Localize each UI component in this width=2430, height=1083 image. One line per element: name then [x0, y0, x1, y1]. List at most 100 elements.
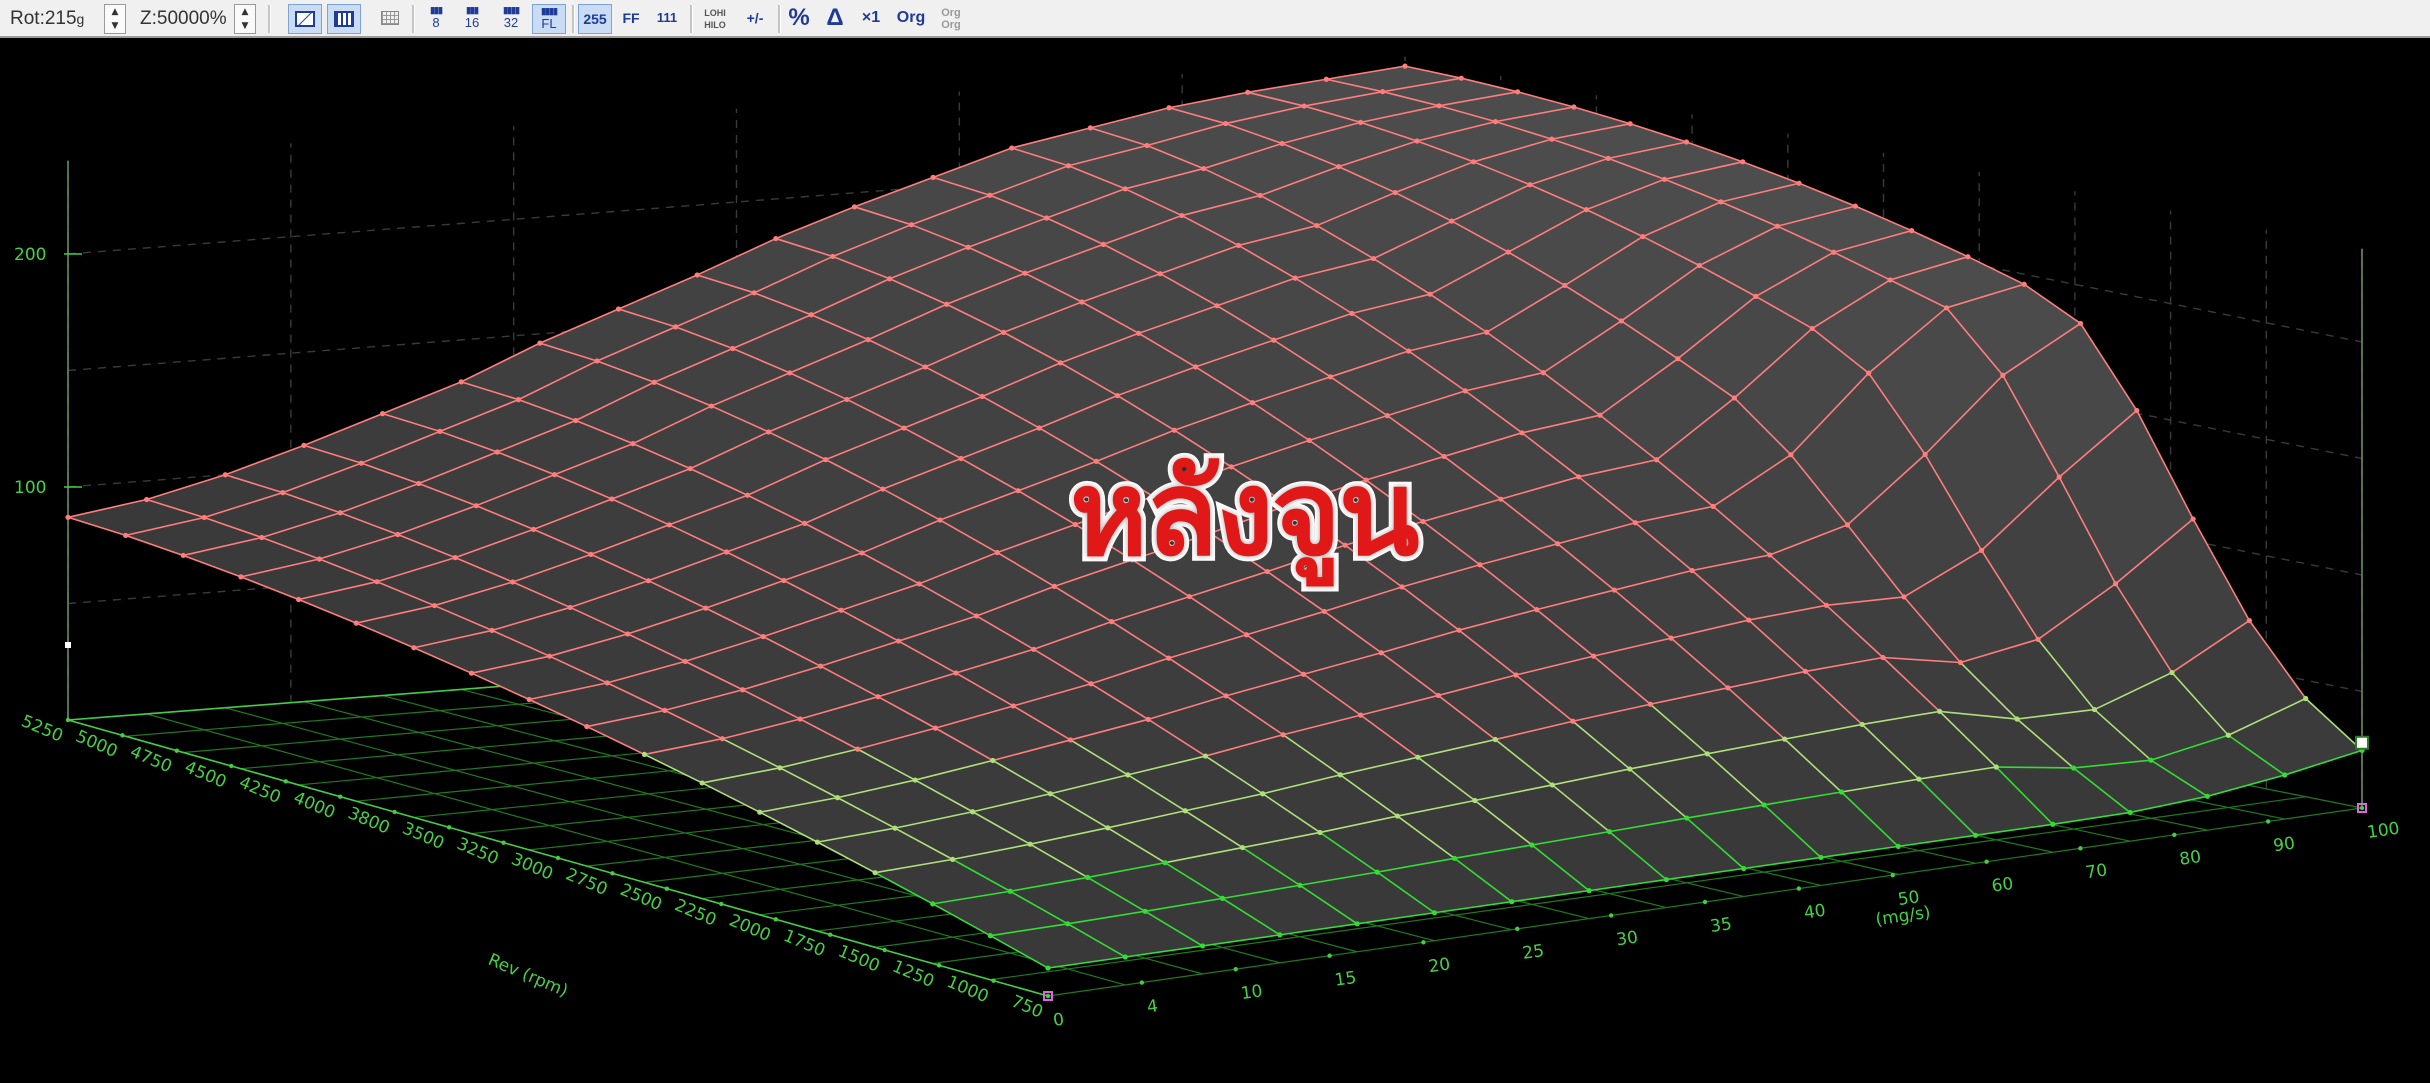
surface-data-point	[1378, 650, 1384, 656]
lohi-hilo-button[interactable]: LOHI HILO	[698, 4, 732, 34]
surface-data-point	[1796, 180, 1802, 186]
percent-button[interactable]: %	[784, 4, 814, 34]
surface-data-point	[1370, 255, 1377, 262]
rpm-tick-label: 750	[1008, 992, 1046, 1023]
rpm-axis-tick	[65, 717, 71, 723]
surface-data-point	[515, 397, 522, 403]
bits-16-button[interactable]: ▮▮▮ 16	[456, 4, 488, 34]
surface-data-point	[2127, 809, 2133, 816]
surface-data-point	[838, 607, 844, 613]
delta-button[interactable]: Δ	[820, 4, 850, 34]
surface-data-point	[1327, 374, 1334, 380]
surface-data-point	[395, 531, 401, 538]
surface-data-point	[2225, 732, 2231, 738]
load-axis-tick	[2359, 805, 2365, 811]
zoom-spinner[interactable]: ▲ ▼	[234, 4, 256, 34]
surface-data-point	[901, 425, 907, 431]
map-3d-surface-view[interactable]: 100 200 750 1000 1250 1500 1750 2000 2250 2500 275…	[0, 38, 2430, 1083]
surface-data-point	[1235, 242, 1242, 249]
surface-data-point	[970, 809, 976, 815]
surface-data-point	[987, 192, 993, 198]
surface-data-point	[551, 472, 558, 478]
surface-data-point	[787, 370, 793, 376]
surface-data-point	[1696, 262, 1702, 269]
surface-data-point	[1901, 594, 1907, 600]
z-tick-label: 100	[14, 478, 46, 498]
surface-data-point	[1562, 282, 1568, 288]
surface-data-point	[1761, 802, 1767, 808]
surface-data-point	[834, 795, 841, 801]
surface-data-point	[1647, 701, 1653, 707]
rpm-axis-tick	[501, 840, 506, 845]
surface-data-point	[1880, 654, 1886, 661]
surface-data-point	[2148, 757, 2154, 763]
rpm-axis-tick	[664, 886, 670, 891]
surface-data-point	[547, 653, 553, 659]
surface-data-point	[431, 602, 438, 609]
surface-data-point	[526, 696, 532, 703]
rpm-tick-label: 5250	[18, 711, 66, 746]
surface-data-point	[1492, 736, 1498, 743]
selection-cursor-handle	[2355, 735, 2369, 750]
table-grid-icon	[381, 11, 399, 25]
surface-data-point	[1859, 721, 1865, 728]
surface-data-point	[1157, 271, 1163, 277]
surface-data-point	[830, 253, 836, 260]
surface-data-point	[1597, 412, 1603, 418]
surface-data-point	[973, 613, 980, 619]
surface-data-point	[1431, 910, 1438, 916]
surface-data-point	[872, 870, 878, 876]
surface-data-point	[765, 429, 772, 435]
original-button[interactable]: Org	[892, 4, 930, 34]
surface-data-point	[2112, 581, 2119, 587]
surface-data-point	[123, 532, 129, 539]
surface-data-point	[802, 520, 808, 526]
surface-data-point	[1222, 120, 1229, 127]
surface-data-point	[1223, 693, 1229, 699]
surface-data-point	[1406, 348, 1412, 354]
axis-marker-handle	[65, 642, 71, 648]
surface-data-point	[760, 634, 766, 640]
decimal-255-button[interactable]: 255	[578, 4, 612, 34]
surface-data-point	[1027, 841, 1033, 847]
binary-111-button[interactable]: 111	[650, 4, 684, 34]
surface-data-point	[2035, 636, 2041, 642]
bits-8-button[interactable]: ▮▮▮ 8	[420, 4, 452, 34]
rotation-spinner[interactable]: ▲ ▼	[104, 4, 126, 34]
surface-data-point	[1297, 882, 1303, 888]
grid-toggle-button[interactable]	[375, 4, 405, 34]
surface-data-point	[458, 379, 464, 385]
surface-data-point	[1045, 965, 1051, 971]
surface-data-point	[818, 663, 824, 669]
surface-data-point	[703, 605, 709, 611]
surface-data-point	[510, 579, 516, 585]
surface-data-point	[1540, 370, 1546, 376]
surface-data-point	[953, 670, 959, 676]
surface-data-point	[1513, 672, 1519, 678]
multiply-button[interactable]: ×1	[856, 4, 886, 34]
surface-data-point	[1472, 797, 1478, 804]
rpm-axis-tick	[936, 963, 942, 968]
original-compare-button[interactable]: Org Org	[932, 4, 970, 34]
surface-data-point	[316, 556, 322, 562]
rpm-axis-tick	[174, 748, 180, 753]
hex-ff-button[interactable]: FF	[616, 4, 646, 34]
surface-data-point	[1036, 425, 1042, 431]
view-mode-2-button[interactable]	[327, 4, 361, 34]
surface-data-point	[1067, 737, 1074, 743]
surface-data-point	[1182, 808, 1188, 814]
sign-button[interactable]: +/-	[738, 4, 772, 34]
load-tick-label: 100	[2366, 819, 2401, 843]
surface-data-point	[1414, 138, 1420, 144]
bits-32-button[interactable]: ▮▮▮▮ 32	[494, 4, 528, 34]
load-axis-tick	[2172, 832, 2177, 838]
view-mode-1-button[interactable]	[288, 4, 322, 34]
surface-data-point	[337, 510, 343, 516]
surface-data-point	[1534, 607, 1540, 613]
surface-data-point	[1314, 222, 1320, 229]
surface-data-point	[1402, 63, 1408, 69]
surface-data-point	[880, 486, 886, 492]
surface-data-point	[1653, 457, 1660, 463]
float-button[interactable]: ▮▮▮▮ FL	[532, 4, 566, 34]
surface-data-point	[222, 472, 228, 478]
